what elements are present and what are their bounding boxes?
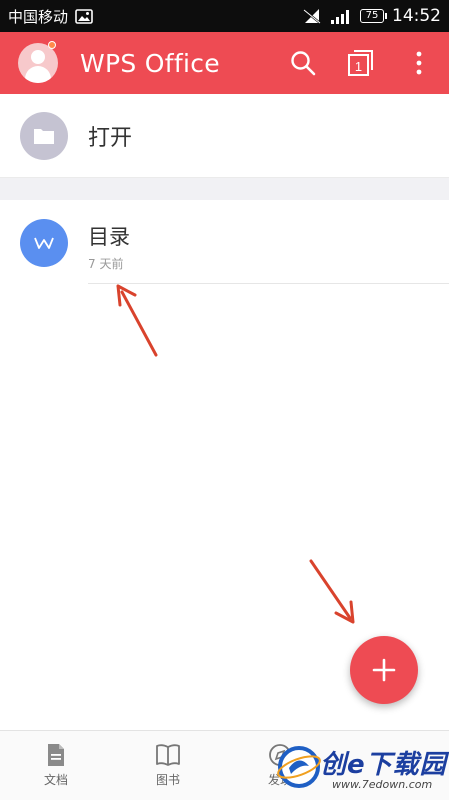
- folder-icon: [34, 128, 54, 144]
- window-count: 1: [355, 59, 362, 74]
- notification-dot: [48, 41, 56, 49]
- book-icon: [156, 744, 180, 766]
- more-vert-icon: [416, 51, 422, 75]
- file-modified-time: 7 天前: [88, 257, 124, 271]
- site-watermark: 创e下载园 www.7edown.com: [274, 738, 449, 800]
- nav-documents-label: 文档: [43, 773, 68, 787]
- open-file-row[interactable]: 打开: [0, 94, 449, 178]
- signal-icon: [331, 9, 349, 24]
- watermark-text: 创e下载园: [320, 750, 447, 780]
- nav-books[interactable]: 图书: [112, 731, 224, 800]
- nav-documents[interactable]: 文档: [0, 731, 112, 800]
- multi-window-icon: 1: [348, 50, 373, 76]
- watermark-url: www.7edown.com: [332, 778, 433, 791]
- open-label: 打开: [88, 125, 133, 151]
- battery-icon: 75: [360, 9, 387, 23]
- nav-books-label: 图书: [155, 773, 180, 787]
- section-divider: [0, 178, 449, 200]
- app-bar: WPS Office 1: [0, 32, 449, 94]
- search-button[interactable]: [287, 47, 319, 79]
- file-name: 目录: [88, 225, 130, 249]
- new-document-button[interactable]: [350, 636, 418, 704]
- word-doc-icon: [20, 219, 68, 267]
- no-sim-icon: [303, 9, 321, 24]
- more-options-button[interactable]: [403, 47, 435, 79]
- avatar[interactable]: [18, 43, 58, 83]
- app-title: WPS Office: [80, 48, 220, 78]
- plus-icon: [372, 658, 396, 682]
- search-icon: [291, 51, 316, 76]
- carrier-label: 中国移动: [8, 7, 69, 26]
- watermark-logo-icon: [277, 746, 321, 788]
- multi-window-button[interactable]: 1: [345, 47, 377, 79]
- open-folder-badge: [20, 111, 68, 160]
- clock: 14:52: [392, 6, 441, 26]
- list-item[interactable]: 目录 7 天前: [0, 200, 449, 284]
- gallery-notification-icon: [75, 8, 93, 24]
- status-bar: 中国移动 75 14:52: [0, 0, 449, 32]
- document-icon: [48, 744, 64, 766]
